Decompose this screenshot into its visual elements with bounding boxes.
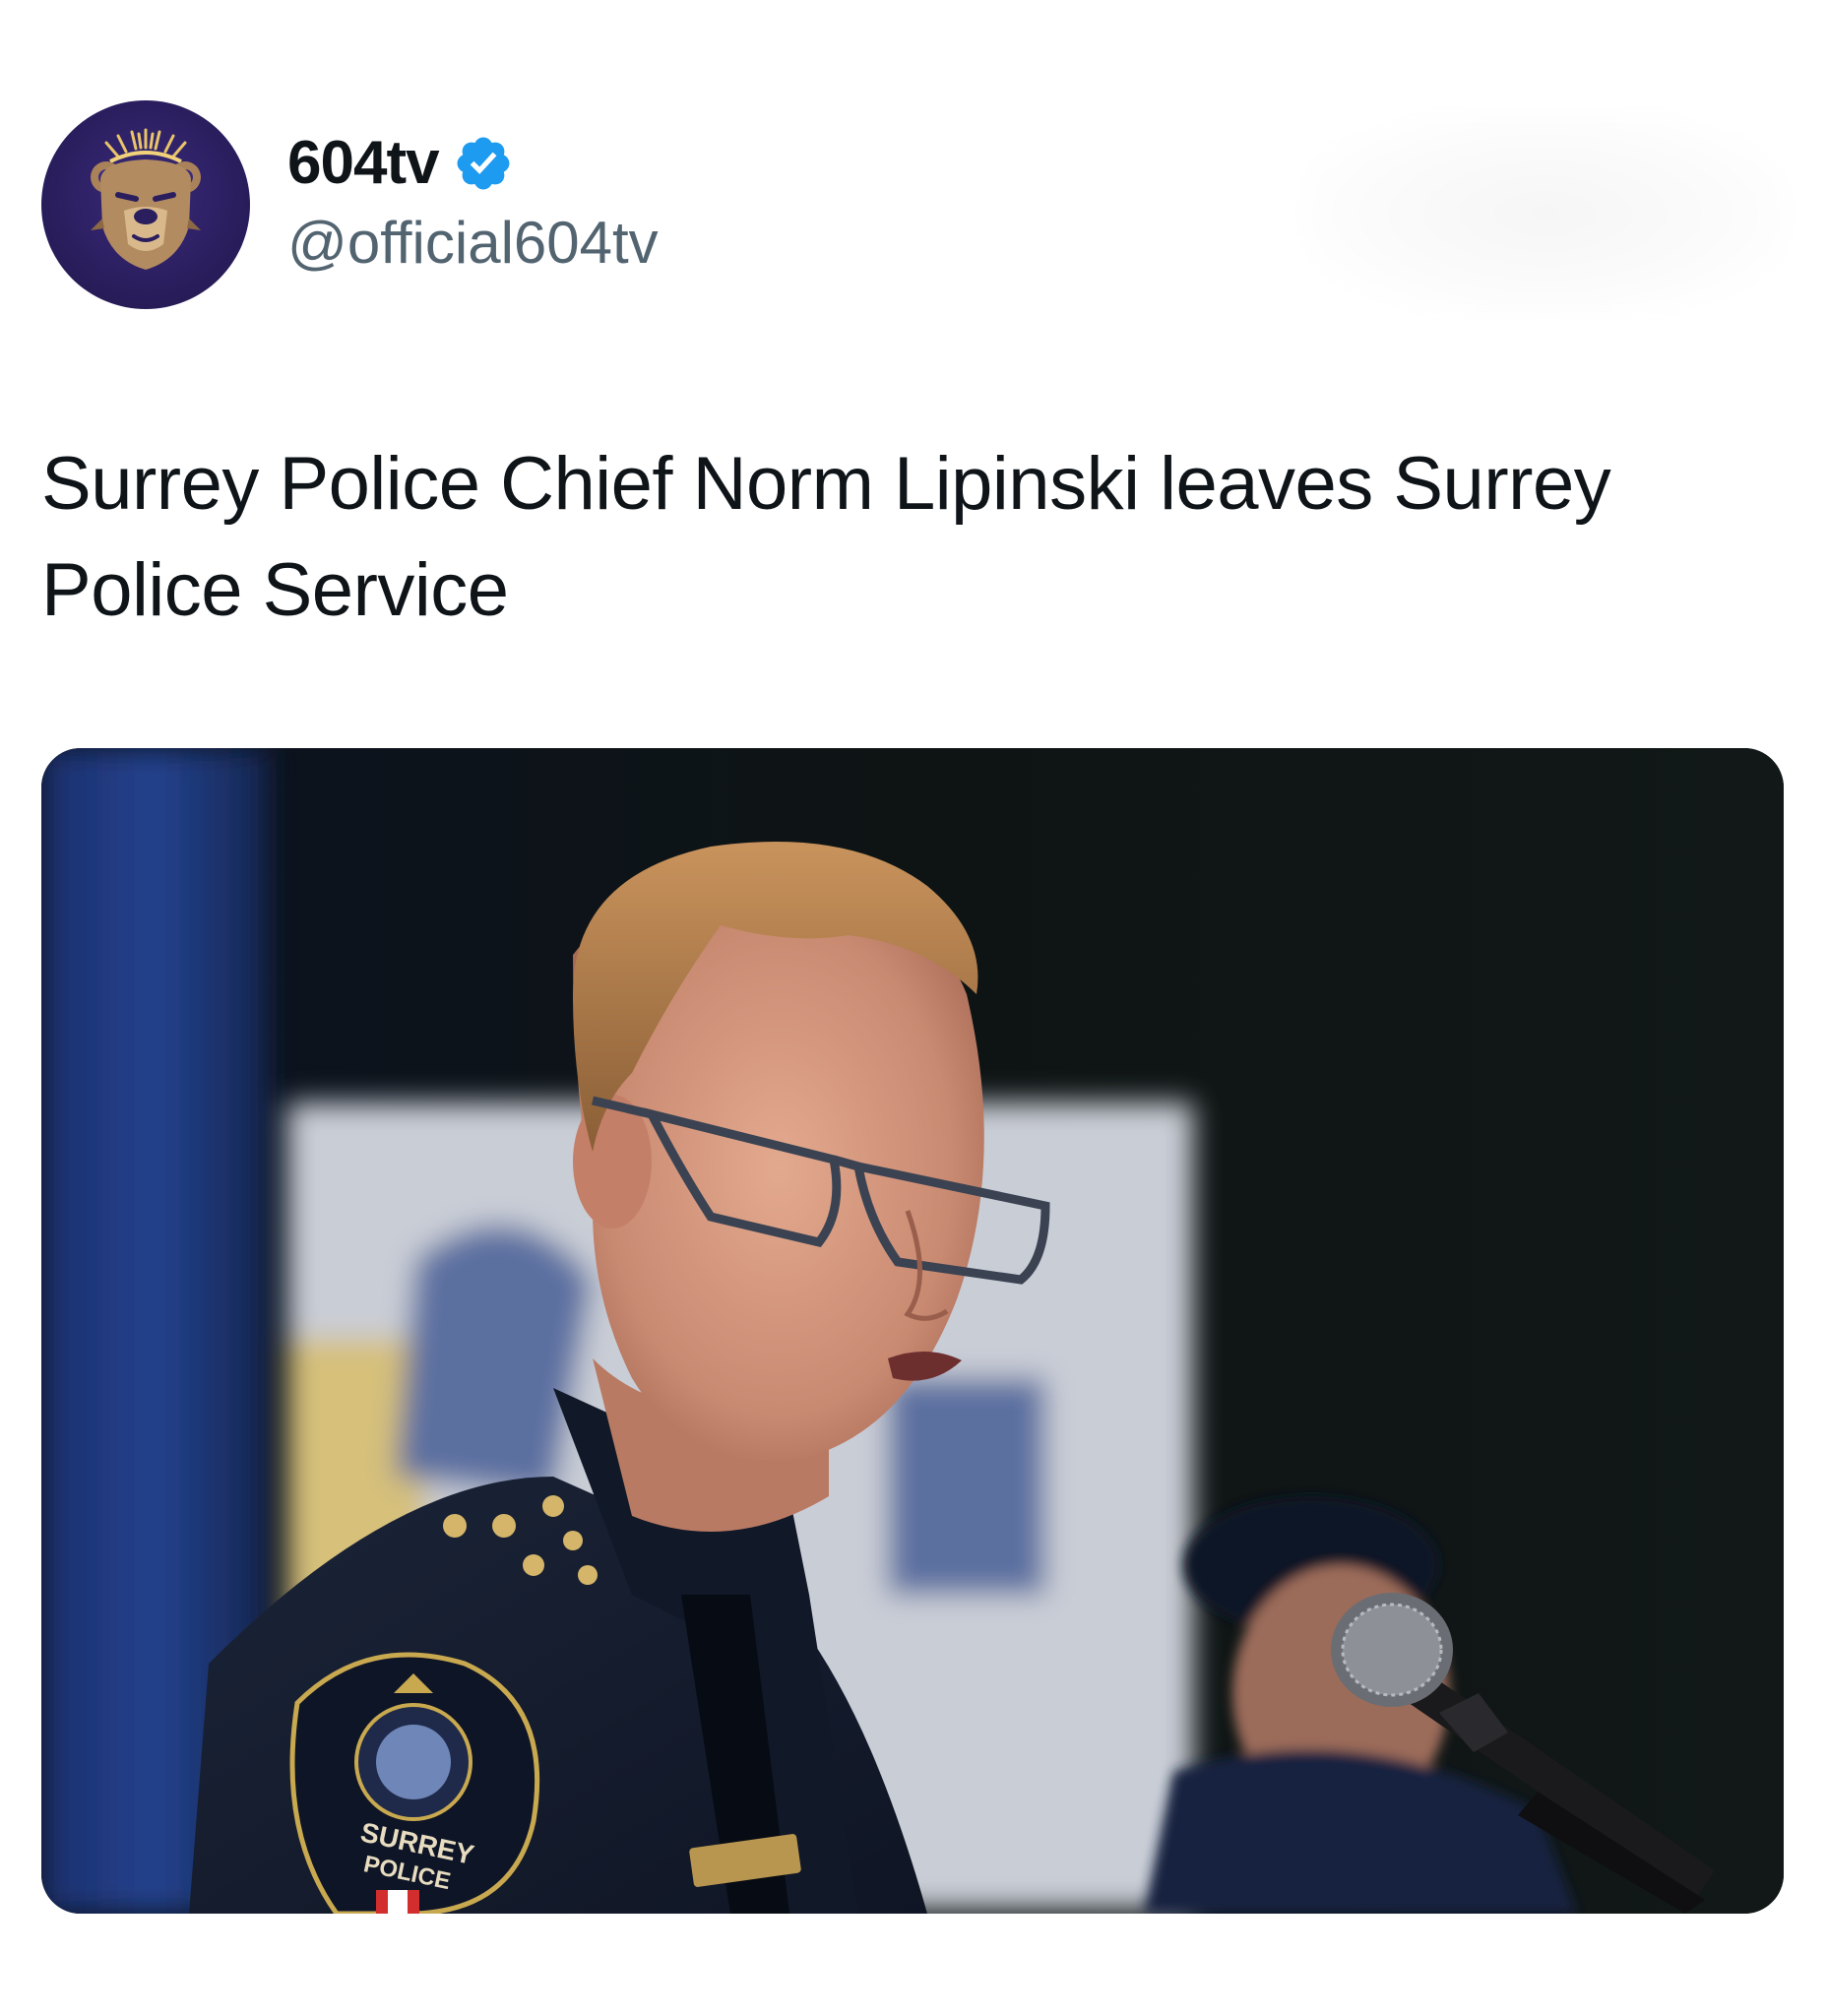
verified-badge-icon[interactable] [453,133,514,194]
post-image[interactable]: SURREY POLICE [41,748,1784,1914]
display-name[interactable]: 604tv [287,133,440,194]
author-name-row: 604tv [287,126,514,201]
blurred-follow-area [1299,110,1792,317]
post: 604tv @official604tv Surrey Police Chief… [0,0,1827,2016]
avatar[interactable] [41,100,250,309]
surrey-police-patch: SURREY POLICE [289,1652,540,1914]
author-handle[interactable]: @official604tv [287,211,659,276]
bear-logo-icon [91,128,201,270]
photo-police-chief-at-podium: SURREY POLICE [41,748,1784,1914]
post-text: Surrey Police Chief Norm Lipinski leaves… [41,442,1611,632]
